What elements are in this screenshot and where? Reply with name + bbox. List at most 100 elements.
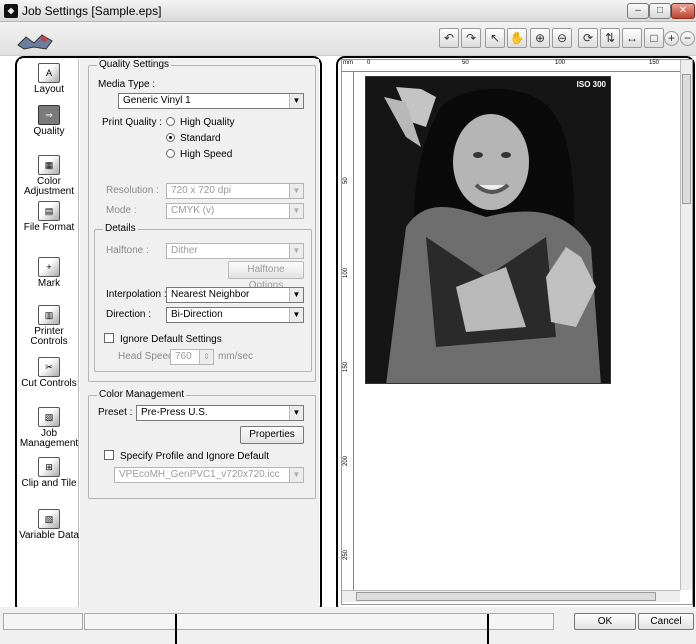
direction-select[interactable]: Bi-Direction ▼ (166, 307, 304, 323)
close-button[interactable]: ✕ (671, 3, 695, 19)
nav-item-label: Clip and Tile (21, 478, 77, 489)
ok-button[interactable]: OK (574, 613, 636, 630)
nav-item-layout[interactable]: A Layout (19, 63, 79, 95)
media-type-label: Media Type : (98, 79, 156, 90)
resolution-select[interactable]: 720 x 720 dpi ▼ (166, 183, 304, 199)
print-quality-label: Print Quality : (102, 117, 163, 128)
radio-standard[interactable]: Standard (166, 133, 221, 144)
scroll-thumb[interactable] (682, 74, 691, 204)
ruler-tick: 50 (462, 60, 469, 66)
stepper-arrows-icon: ⇕ (199, 350, 213, 364)
properties-button[interactable]: Properties (240, 426, 304, 444)
horizontal-scrollbar[interactable] (342, 590, 680, 602)
chevron-down-icon: ▼ (289, 406, 303, 420)
interpolation-label: Interpolation : (106, 289, 167, 300)
nav-item-printer[interactable]: ▥ Printer Controls (19, 305, 79, 347)
nav-item-cut[interactable]: ✂ Cut Controls (19, 357, 79, 389)
radio-high-quality[interactable]: High Quality (166, 117, 234, 128)
scroll-thumb[interactable] (356, 592, 656, 601)
profile-select[interactable]: VPEcoMH_GenPVC1_v720x720.icc ▼ (114, 467, 304, 483)
nav-item-fileformat[interactable]: ▤ File Format (19, 201, 79, 233)
resolution-value: 720 x 720 dpi (171, 185, 232, 196)
hand-icon[interactable]: ✋ (507, 28, 527, 48)
mode-select[interactable]: CMYK (v) ▼ (166, 203, 304, 219)
category-nav: A Layout ⇒ Quality ▦ Color Adjustment ▤ File Fo… (19, 59, 79, 607)
mark-icon: + (38, 257, 60, 277)
settings-panel: Quality Settings Media Type : Generic Vi… (80, 59, 319, 607)
undo-icon[interactable]: ↶ (439, 28, 459, 48)
nav-item-mark[interactable]: + Mark (19, 257, 79, 289)
nav-item-quality[interactable]: ⇒ Quality (19, 102, 79, 148)
nav-item-label: Layout (33, 84, 65, 95)
nav-item-label: Color Adjustment (23, 176, 75, 197)
interpolation-value: Nearest Neighbor (171, 289, 250, 300)
resolution-label: Resolution : (106, 185, 159, 196)
ruler-tick: 250 (343, 549, 349, 560)
preset-select[interactable]: Pre-Press U.S. ▼ (136, 405, 304, 421)
nav-item-color[interactable]: ▦ Color Adjustment (19, 155, 79, 197)
halftone-value: Dither (171, 245, 198, 256)
color-management-title: Color Management (97, 389, 187, 400)
nav-item-job[interactable]: ▨ Job Management (19, 407, 79, 449)
vertical-scrollbar[interactable] (680, 60, 692, 590)
window-title: Job Settings [Sample.eps] (22, 4, 162, 18)
chevron-down-icon: ▼ (289, 204, 303, 218)
zoom-minus-icon[interactable]: − (680, 31, 695, 46)
head-speed-unit: mm/sec (218, 351, 253, 362)
zoom-plus-icon[interactable]: + (664, 31, 679, 46)
ignore-default-checkbox[interactable]: Ignore Default Settings (104, 333, 222, 345)
nav-item-label: Mark (37, 278, 61, 289)
quality-settings-title: Quality Settings (97, 59, 172, 70)
rotate-icon[interactable]: ⟳ (578, 28, 598, 48)
specify-profile-checkbox[interactable]: Specify Profile and Ignore Default (104, 450, 269, 462)
halftone-options-button[interactable]: Halftone Options (228, 261, 304, 291)
flip-icon[interactable]: ⇅ (600, 28, 620, 48)
ruler-horizontal: mm 0 50 100 150 (342, 60, 680, 72)
cancel-button[interactable]: Cancel (638, 613, 694, 630)
direction-label: Direction : (106, 309, 152, 320)
quality-icon: ⇒ (38, 105, 60, 125)
ignore-default-label: Ignore Default Settings (120, 334, 222, 345)
left-callout-line (175, 614, 177, 644)
cut-icon: ✂ (38, 357, 60, 377)
fit-width-icon[interactable]: ↔ (622, 28, 642, 48)
media-type-select[interactable]: Generic Vinyl 1 ▼ (118, 93, 304, 109)
pointer-icon[interactable]: ↖ (485, 28, 505, 48)
ruler-tick: 0 (367, 60, 371, 66)
layout-icon: A (38, 63, 60, 83)
fit-page-icon[interactable]: □ (644, 28, 664, 48)
interpolation-select[interactable]: Nearest Neighbor ▼ (166, 287, 304, 303)
head-speed-value: 760 (175, 351, 192, 362)
fileformat-icon: ▤ (38, 201, 60, 221)
head-speed-stepper[interactable]: 760 ⇕ (170, 349, 214, 365)
radio-high-speed[interactable]: High Speed (166, 149, 232, 160)
nav-item-label: Quality (33, 126, 65, 137)
zoom-in-icon[interactable]: ⊕ (530, 28, 550, 48)
details-title: Details (103, 223, 138, 234)
halftone-select[interactable]: Dither ▼ (166, 243, 304, 259)
preset-label: Preset : (98, 407, 133, 418)
radio-standard-label: Standard (180, 133, 221, 144)
radio-high-quality-label: High Quality (180, 117, 235, 128)
minimize-button[interactable]: – (627, 3, 649, 19)
chevron-down-icon: ▼ (289, 308, 303, 322)
nav-item-clip[interactable]: ⊞ Clip and Tile (19, 457, 79, 489)
photo-illustration: ISO 300 (366, 77, 610, 383)
clip-icon: ⊞ (38, 457, 60, 477)
chevron-down-icon: ▼ (289, 184, 303, 198)
redo-icon[interactable]: ↷ (461, 28, 481, 48)
ruler-tick: 50 (343, 177, 349, 184)
mode-label: Mode : (106, 205, 137, 216)
ruler-tick: 200 (343, 455, 349, 466)
status-field (3, 613, 83, 630)
nav-item-variable[interactable]: ▧ Variable Data (19, 509, 79, 541)
ruler-unit: mm (343, 60, 353, 66)
preview-image: ISO 300 (365, 76, 611, 384)
variable-icon: ▧ (38, 509, 60, 529)
chevron-down-icon: ▼ (289, 468, 303, 482)
ruler-vertical: 50 100 150 200 250 (342, 72, 354, 590)
specify-profile-label: Specify Profile and Ignore Default (120, 451, 269, 462)
preset-value: Pre-Press U.S. (141, 407, 208, 418)
maximize-button[interactable]: □ (649, 3, 671, 19)
zoom-out-icon[interactable]: ⊖ (552, 28, 572, 48)
